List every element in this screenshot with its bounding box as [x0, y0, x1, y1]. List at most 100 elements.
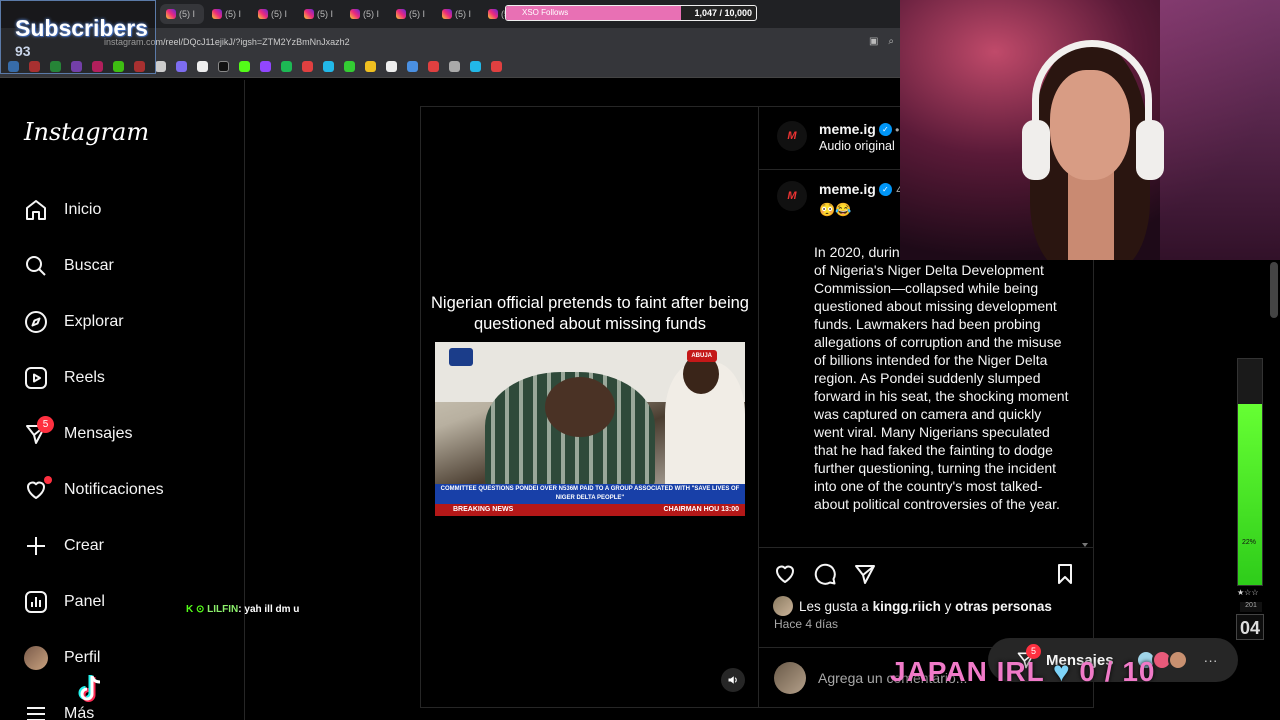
sidebar-item-perfil[interactable]: Perfil [24, 642, 100, 674]
bookmark-icon[interactable] [470, 61, 481, 72]
bookmark-icon[interactable] [449, 61, 460, 72]
browser-tab[interactable]: (5) I [298, 4, 342, 24]
reel-video[interactable]: Nigerian official pretends to faint afte… [420, 106, 759, 708]
bookmark-icon[interactable] [260, 61, 271, 72]
other-likers-link[interactable]: otras personas [955, 599, 1052, 614]
meter-fill [1238, 404, 1262, 585]
rating-stars: ★☆☆ [1237, 588, 1259, 597]
avatar [1167, 650, 1188, 670]
stream-counter: 04 [1236, 614, 1264, 640]
bookmark-icon[interactable] [302, 61, 313, 72]
instagram-logo[interactable]: Instagram [24, 118, 149, 146]
subscribers-overlay: Subscribers 93 [0, 0, 156, 74]
sidebar-item-explorar[interactable]: Explorar [24, 306, 124, 338]
more-options-icon[interactable]: ··· [1204, 652, 1218, 668]
bookmark-icon[interactable] [218, 61, 229, 72]
post-caption-text: In 2020, during Daniel Pondei—the head o… [814, 244, 1069, 512]
bookmark-icon[interactable] [386, 61, 397, 72]
comment-icon[interactable] [813, 562, 837, 586]
post-date: Hace 4 días [774, 617, 839, 631]
avatar [24, 646, 48, 670]
volume-button[interactable] [721, 668, 745, 692]
zoom-icon[interactable]: ⌕ [888, 36, 894, 47]
instagram-favicon-icon [258, 9, 268, 19]
stream-goal-overlay: JAPAN IRL ♥ 0 / 10 [890, 656, 1156, 687]
notification-badge: 5 [37, 416, 54, 433]
video-caption: Nigerian official pretends to faint afte… [431, 294, 749, 333]
bookmark-icon[interactable] [239, 61, 250, 72]
sidebar-item-panel[interactable]: Panel [24, 586, 105, 618]
streamer-webcam [900, 0, 1280, 260]
instagram-favicon-icon [396, 9, 406, 19]
browser-tab[interactable]: (5) I [252, 4, 296, 24]
sidebar-item-mensajes[interactable]: 5 Mensajes [24, 416, 132, 450]
speaker-icon [728, 676, 737, 684]
author-username[interactable]: meme.ig [819, 121, 876, 137]
instagram-favicon-icon [212, 9, 222, 19]
compass-icon [25, 311, 47, 333]
chat-text: : yah ill dm u [238, 604, 300, 615]
page-scrollbar[interactable] [1270, 262, 1278, 318]
audio-level-meter: 22% [1237, 358, 1263, 586]
instagram-favicon-icon [304, 9, 314, 19]
instagram-favicon-icon [442, 9, 452, 19]
follows-goal-bar: XSO Follows 1,047 / 10,000 [505, 5, 757, 21]
save-bookmark-icon[interactable] [1053, 562, 1077, 586]
post-actions [773, 562, 1078, 590]
verified-badge-icon: ✓ [878, 183, 892, 197]
instagram-sidebar: Instagram Inicio Buscar Explorar Reels 5… [0, 80, 245, 720]
post-caption-header: M meme.ig✓ 4 😳😂 [777, 181, 903, 218]
sidebar-item-reels[interactable]: Reels [24, 362, 105, 394]
liker-avatar [773, 596, 793, 616]
news-ticker: COMMITTEE QUESTIONS PONDEI OVER N536M PA… [435, 484, 745, 504]
sidebar-item-crear[interactable]: Crear [24, 530, 104, 562]
bookmark-icon[interactable] [197, 61, 208, 72]
bookmark-icon[interactable] [428, 61, 439, 72]
sidebar-item-buscar[interactable]: Buscar [24, 250, 114, 282]
bookmark-icon[interactable] [365, 61, 376, 72]
caption-username[interactable]: meme.ig [819, 181, 876, 197]
home-icon [26, 200, 46, 220]
author-avatar[interactable]: M [777, 121, 807, 151]
breaking-news-bar: BREAKING NEWS CHAIRMAN HOU 13:00 [435, 504, 745, 516]
menu-icon [27, 707, 45, 720]
reels-icon [25, 367, 47, 389]
subscribers-count: 93 [15, 43, 31, 59]
audio-link[interactable]: Audio original [819, 139, 899, 153]
bookmark-icon[interactable] [407, 61, 418, 72]
headphones-icon [1032, 40, 1152, 160]
share-icon[interactable] [853, 562, 877, 586]
browser-tab[interactable]: (5) I [206, 4, 250, 24]
bookmark-icon[interactable] [176, 61, 187, 72]
post-header: M meme.ig ✓ • Audio original [777, 121, 899, 153]
bookmark-icon[interactable] [323, 61, 334, 72]
search-icon [26, 256, 46, 276]
verified-badge-icon: ✓ [878, 123, 892, 137]
stream-chat-message: K ⊙ LILFIN: yah ill dm u [186, 604, 299, 615]
bookmark-icon[interactable] [491, 61, 502, 72]
sidebar-item-inicio[interactable]: Inicio [24, 194, 101, 226]
sidebar-item-notificaciones[interactable]: Notificaciones [24, 474, 164, 506]
chart-icon [25, 591, 47, 613]
bookmark-icon[interactable] [281, 61, 292, 72]
chat-username: LILFIN [207, 604, 239, 615]
browser-tab[interactable]: (5) I [344, 4, 388, 24]
notification-dot [44, 476, 52, 484]
like-heart-icon[interactable] [773, 562, 797, 586]
likes-summary[interactable]: Les gusta a kingg.riich y otras personas [773, 596, 1052, 616]
subscribers-title: Subscribers [15, 15, 148, 41]
liker-username[interactable]: kingg.riich [873, 599, 941, 614]
browser-tab[interactable]: (5) I [436, 4, 480, 24]
instagram-favicon-icon [166, 9, 176, 19]
screenshot-icon[interactable]: ▣ [869, 36, 878, 47]
browser-tab[interactable]: (5) I [160, 4, 204, 24]
bookmark-icon[interactable] [344, 61, 355, 72]
author-avatar[interactable]: M [777, 181, 807, 211]
kick-icon: K ⊙ [186, 604, 208, 615]
browser-tab[interactable]: (5) I [390, 4, 434, 24]
plus-icon [27, 537, 45, 555]
follows-goal-count: 1,047 / 10,000 [694, 8, 752, 18]
news-clip-image: ABUJA COMMITTEE QUESTIONS PONDEI OVER N5… [435, 342, 745, 516]
bookmark-icon[interactable] [155, 61, 166, 72]
tiktok-icon [78, 675, 101, 702]
